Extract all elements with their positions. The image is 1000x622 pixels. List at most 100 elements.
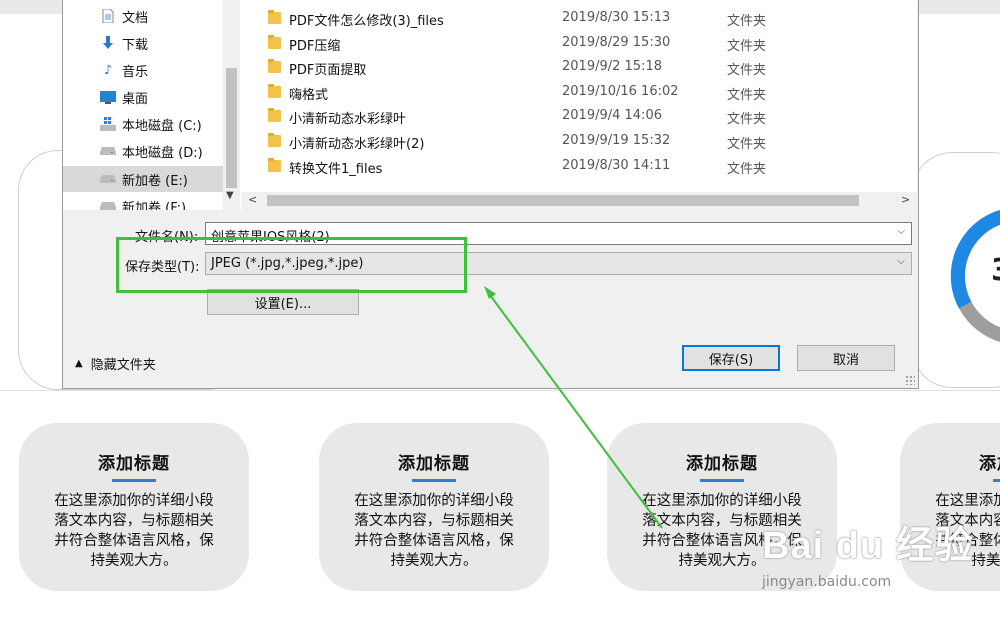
file-name: 嗨格式 xyxy=(289,88,329,103)
card-line: 在这里添加你的详细小段 xyxy=(354,493,514,509)
nav-item-drive-f[interactable]: 新加卷 (F:) xyxy=(63,193,223,210)
file-date: 2019/9/4 14:06 xyxy=(562,108,662,123)
card-line: 落文本内容，与标题相关 xyxy=(54,513,214,529)
file-row[interactable]: PDF页面提取 2019/9/2 15:18 文件夹 xyxy=(241,55,917,79)
hide-folders-toggle[interactable]: ▲ 隐藏文件夹 xyxy=(75,354,156,373)
nav-item-drive-c[interactable]: 本地磁盘 (C:) xyxy=(63,111,223,137)
card-line: 在这里添加你的详细小段 xyxy=(54,493,214,509)
file-name: PDF页面提取 xyxy=(289,63,367,78)
chevron-right-icon[interactable]: > xyxy=(901,193,910,206)
file-date: 2019/10/16 16:02 xyxy=(562,84,679,99)
file-type: 文件夹 xyxy=(727,112,767,127)
slide-divider xyxy=(0,390,1000,391)
annotation-highlight-box xyxy=(116,237,467,293)
card-line: 落文本内容，与标题相关 xyxy=(354,513,514,529)
file-date: 2019/9/19 15:32 xyxy=(562,133,671,148)
nav-scrollbar-thumb[interactable] xyxy=(226,68,237,188)
chevron-left-icon[interactable]: < xyxy=(248,193,257,206)
save-as-dialog: 文档 下载 ♪ 音乐 桌面 本地磁盘 (C:) 本地磁盘 (D:) 新加卷 (E… xyxy=(62,0,919,389)
card-title: 添加标题 xyxy=(686,454,758,474)
slide-card-top-right: 3 xyxy=(912,152,1000,388)
watermark-url: jingyan.baidu.com xyxy=(762,574,892,590)
file-date: 2019/8/30 14:11 xyxy=(562,158,671,173)
card-underline xyxy=(700,479,744,482)
windows-drive-icon xyxy=(100,116,116,132)
nav-item-drive-e[interactable]: 新加卷 (E:) xyxy=(63,166,223,192)
nav-item-label: 桌面 xyxy=(122,91,149,107)
desktop-icon xyxy=(100,89,116,105)
hide-folders-label: 隐藏文件夹 xyxy=(90,358,156,373)
nav-item-music[interactable]: ♪ 音乐 xyxy=(63,57,223,83)
download-icon xyxy=(100,35,116,51)
nav-scrollbar[interactable]: ▼ xyxy=(223,0,240,210)
nav-item-desktop[interactable]: 桌面 xyxy=(63,84,223,110)
nav-item-label: 本地磁盘 (C:) xyxy=(122,118,202,134)
card-line: 在这里添加你的详细小段 xyxy=(642,493,802,509)
file-list: PDF文件怎么修改(3)_files 2019/8/30 15:13 文件夹 P… xyxy=(241,0,917,192)
nav-item-label: 文档 xyxy=(122,10,149,26)
file-row[interactable]: 小清新动态水彩绿叶 2019/9/4 14:06 文件夹 xyxy=(241,104,917,128)
resize-grip-icon[interactable] xyxy=(905,375,915,385)
nav-item-label: 本地磁盘 (D:) xyxy=(122,145,203,161)
card-line: 并符合整体语言风格，保 xyxy=(54,533,214,549)
chevron-down-icon[interactable]: ⌵ xyxy=(897,226,905,237)
cancel-button[interactable]: 取消 xyxy=(797,345,895,371)
file-row[interactable]: 转换文件1_files 2019/8/30 14:11 文件夹 xyxy=(241,154,917,178)
chevron-down-icon[interactable]: ⌵ xyxy=(897,256,905,267)
drive-icon xyxy=(100,143,116,159)
chevron-down-icon[interactable]: ▼ xyxy=(226,190,234,201)
file-row[interactable]: 小清新动态水彩绿叶(2) 2019/9/19 15:32 文件夹 xyxy=(241,129,917,153)
folder-icon xyxy=(268,35,281,49)
drive-icon xyxy=(100,171,116,187)
baidu-watermark: Bai du 经验 jingyan.baidu.com xyxy=(762,514,974,590)
file-name: 转换文件1_files xyxy=(289,162,383,177)
file-type: 文件夹 xyxy=(727,162,767,177)
card-line: 在这里添加你的详细小段 xyxy=(935,493,1000,509)
file-name: PDF文件怎么修改(3)_files xyxy=(289,14,444,29)
card-line: 持美观大方。 xyxy=(90,553,178,569)
ring-digit: 3 xyxy=(991,253,1000,288)
file-type: 文件夹 xyxy=(727,14,767,29)
folder-icon xyxy=(268,108,281,122)
card-title: 添加标题 xyxy=(98,454,170,474)
card-body: 在这里添加你的详细小段 落文本内容，与标题相关 并符合整体语言风格，保 持美观大… xyxy=(319,491,549,571)
nav-item-drive-d[interactable]: 本地磁盘 (D:) xyxy=(63,138,223,164)
file-name: PDF压缩 xyxy=(289,39,341,54)
folder-icon xyxy=(268,10,281,24)
file-row[interactable]: 嗨格式 2019/10/16 16:02 文件夹 xyxy=(241,80,917,104)
card-underline xyxy=(412,479,456,482)
chevron-up-icon: ▲ xyxy=(75,358,83,369)
drive-icon xyxy=(100,198,116,210)
card-line: 并符合整体语言风格，保 xyxy=(354,533,514,549)
nav-item-label: 新加卷 (E:) xyxy=(122,173,188,189)
document-icon xyxy=(100,8,116,24)
file-date: 2019/9/2 15:18 xyxy=(562,59,662,74)
file-type: 文件夹 xyxy=(727,63,767,78)
feature-card: 添加标题 在这里添加你的详细小段 落文本内容，与标题相关 并符合整体语言风格，保… xyxy=(319,423,549,591)
file-type: 文件夹 xyxy=(727,137,767,152)
folder-icon xyxy=(268,133,281,147)
nav-item-documents[interactable]: 文档 xyxy=(63,3,223,29)
music-icon: ♪ xyxy=(103,62,113,78)
watermark-logo: Bai du 经验 xyxy=(762,525,974,567)
file-type: 文件夹 xyxy=(727,39,767,54)
card-underline xyxy=(993,479,1000,482)
navigation-pane: 文档 下载 ♪ 音乐 桌面 本地磁盘 (C:) 本地磁盘 (D:) 新加卷 (E… xyxy=(63,0,241,210)
feature-card: 添加标题 在这里添加你的详细小段 落文本内容，与标题相关 并符合整体语言风格，保… xyxy=(19,423,249,591)
folder-icon xyxy=(268,59,281,73)
file-name: 小清新动态水彩绿叶(2) xyxy=(289,137,425,152)
horizontal-scrollbar-thumb[interactable] xyxy=(267,195,859,206)
card-underline xyxy=(112,479,156,482)
nav-item-downloads[interactable]: 下载 xyxy=(63,30,223,56)
card-line: 持美观大方。 xyxy=(390,553,478,569)
file-row[interactable]: PDF文件怎么修改(3)_files 2019/8/30 15:13 文件夹 xyxy=(241,6,917,30)
nav-item-label: 音乐 xyxy=(122,64,149,80)
nav-item-label: 新加卷 (F:) xyxy=(122,200,187,211)
file-name: 小清新动态水彩绿叶 xyxy=(289,112,407,127)
file-type: 文件夹 xyxy=(727,88,767,103)
file-row[interactable]: PDF压缩 2019/8/29 15:30 文件夹 xyxy=(241,31,917,55)
horizontal-scrollbar[interactable]: < > xyxy=(241,192,917,209)
card-title: 添加标题 xyxy=(398,454,470,474)
save-button[interactable]: 保存(S) xyxy=(682,345,780,371)
file-date: 2019/8/29 15:30 xyxy=(562,35,671,50)
